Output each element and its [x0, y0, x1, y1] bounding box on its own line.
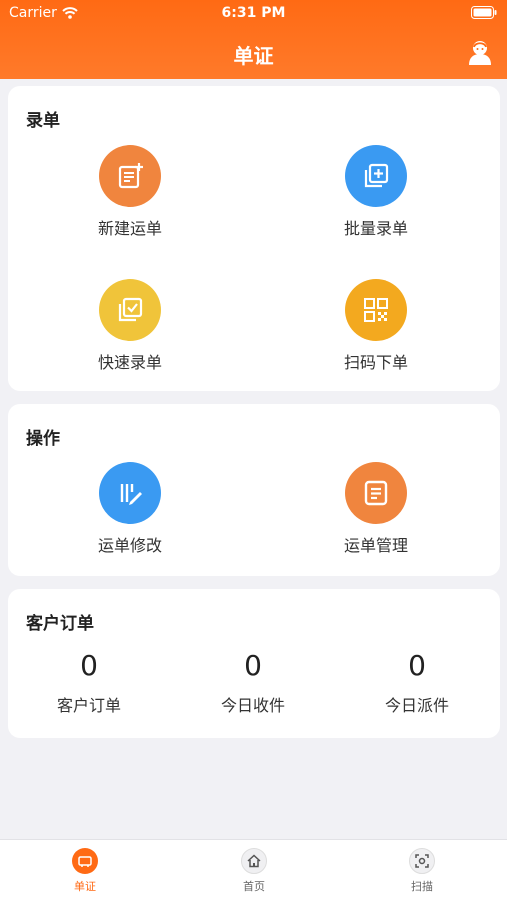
quick-entry-button[interactable]: 快速录单 — [50, 279, 210, 373]
qr-code-icon — [345, 279, 407, 341]
user-profile-icon[interactable] — [466, 38, 494, 66]
bottom-tab-bar: 单证 首页 扫描 — [0, 839, 507, 900]
batch-entry-icon — [345, 145, 407, 207]
batch-entry-label: 批量录单 — [343, 219, 408, 238]
new-waybill-icon — [99, 145, 161, 207]
customer-orders-stat[interactable]: 0 客户订单 — [14, 649, 164, 716]
section-title: 操作 — [26, 429, 60, 449]
manage-waybill-label: 运单管理 — [343, 536, 408, 555]
app-header: Carrier 6:31 PM 单证 — [0, 0, 507, 79]
home-icon — [241, 848, 267, 874]
quick-entry-label: 快速录单 — [97, 353, 162, 372]
tab-label: 单证 — [74, 880, 96, 893]
stat-value: 0 — [244, 649, 262, 682]
scan-order-button[interactable]: 扫码下单 — [296, 279, 456, 373]
edit-waybill-label: 运单修改 — [97, 536, 162, 555]
stat-label: 今日收件 — [220, 696, 285, 715]
batch-entry-button[interactable]: 批量录单 — [296, 145, 456, 239]
battery-icon — [471, 6, 497, 19]
manage-waybill-button[interactable]: 运单管理 — [296, 462, 456, 556]
tab-label: 首页 — [243, 880, 265, 893]
edit-waybill-button[interactable]: 运单修改 — [50, 462, 210, 556]
quick-entry-icon — [99, 279, 161, 341]
stat-label: 客户订单 — [56, 696, 121, 715]
section-title: 客户订单 — [26, 614, 94, 634]
tab-scan[interactable]: 扫描 — [372, 848, 472, 894]
customer-orders-card: 客户订单 0 客户订单 0 今日收件 0 今日派件 — [8, 589, 500, 738]
manage-waybill-icon — [345, 462, 407, 524]
entry-section-card: 录单 新建运单 批量录单 快速录单 扫码下单 — [8, 86, 500, 391]
scan-order-label: 扫码下单 — [343, 353, 408, 372]
tab-home[interactable]: 首页 — [204, 848, 304, 894]
status-time: 6:31 PM — [221, 5, 286, 21]
page-title: 单证 — [233, 44, 274, 68]
tab-label: 扫描 — [411, 880, 433, 893]
title-bar: 单证 — [0, 28, 507, 79]
today-dispatched-stat[interactable]: 0 今日派件 — [342, 649, 492, 716]
new-waybill-button[interactable]: 新建运单 — [50, 145, 210, 239]
tab-documents[interactable]: 单证 — [35, 848, 135, 894]
operation-section-card: 操作 运单修改 运单管理 — [8, 404, 500, 576]
section-title: 录单 — [26, 111, 60, 131]
edit-waybill-icon — [99, 462, 161, 524]
document-tab-icon — [72, 848, 98, 874]
stat-value: 0 — [80, 649, 98, 682]
today-received-stat[interactable]: 0 今日收件 — [178, 649, 328, 716]
scan-icon — [409, 848, 435, 874]
new-waybill-label: 新建运单 — [97, 219, 162, 238]
status-bar: Carrier 6:31 PM — [0, 0, 507, 28]
stat-label: 今日派件 — [384, 696, 449, 715]
stat-value: 0 — [408, 649, 426, 682]
